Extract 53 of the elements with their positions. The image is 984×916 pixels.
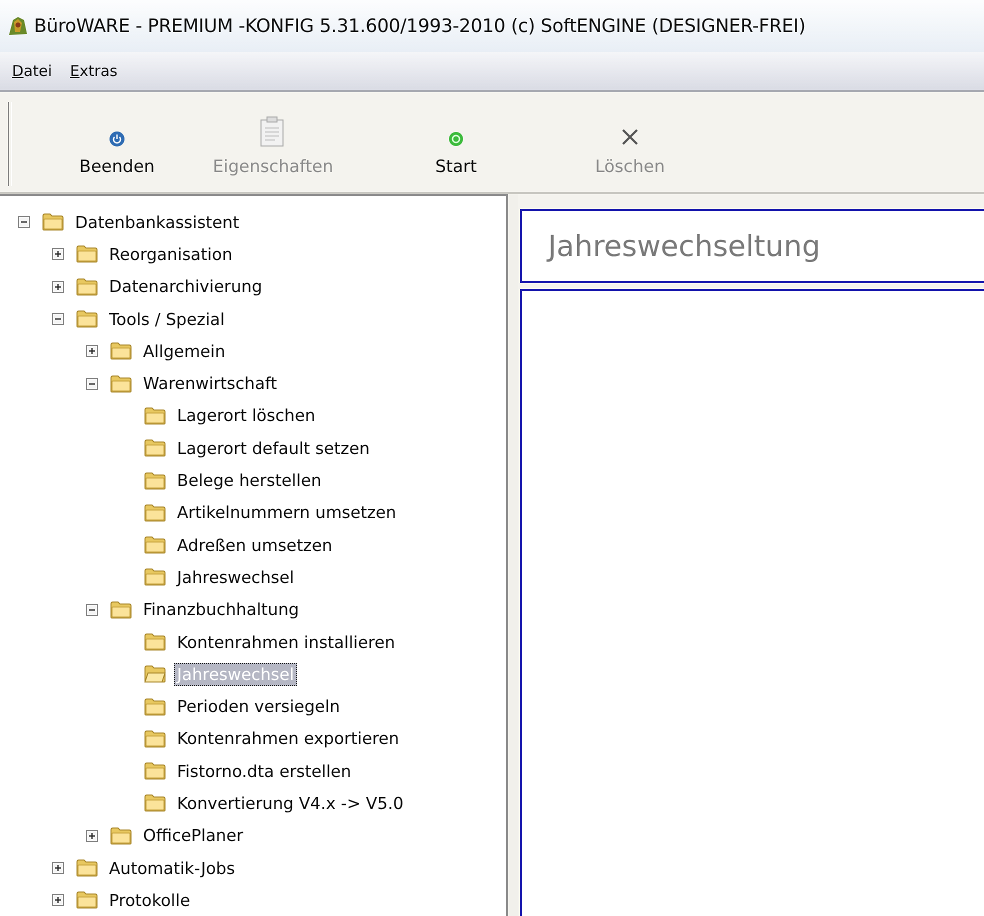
toolbar-button[interactable]: Beenden: [52, 107, 182, 177]
folder-icon: [144, 472, 166, 490]
folder-icon: [144, 504, 166, 522]
tree-item[interactable]: Automatik-Jobs: [106, 856, 238, 880]
tree-item[interactable]: Jahreswechsel: [174, 566, 298, 589]
tree-item[interactable]: Datenarchivierung: [106, 275, 266, 298]
tree-item[interactable]: Lagerort löschen: [174, 404, 318, 428]
folder-icon: [144, 568, 166, 586]
tree-item[interactable]: Fistorno.dta erstellen: [174, 760, 354, 783]
folder-icon: [144, 406, 166, 425]
folder-icon: [144, 762, 166, 780]
tree-item[interactable]: Konvertierung V4.x -> V5.0: [174, 792, 406, 815]
folder-icon: [144, 536, 166, 554]
menu-item[interactable]: Datei: [12, 62, 52, 80]
folder-icon: [144, 730, 166, 748]
folder-icon: [144, 439, 166, 458]
tree-item[interactable]: Perioden versiegeln: [174, 695, 344, 718]
tree-item[interactable]: Belege herstellen: [174, 469, 324, 492]
tree-item[interactable]: Artikelnummern umsetzen: [174, 501, 400, 524]
tree-item[interactable]: Finanzbuchhaltung: [140, 598, 302, 622]
close-icon: [620, 127, 640, 147]
folder-icon: [76, 891, 98, 910]
tree-item[interactable]: Reorganisation: [106, 242, 236, 266]
detail-title: Jahreswechseltung: [548, 229, 820, 263]
tree-item[interactable]: Protokolle: [106, 888, 194, 912]
tree-item[interactable]: Kontenrahmen installieren: [174, 630, 398, 654]
tree-item[interactable]: Datenbankassistent: [72, 210, 242, 234]
folder-icon: [110, 342, 132, 360]
folder-icon: [144, 698, 166, 716]
folder-icon: [110, 826, 132, 845]
tree-item[interactable]: Warenwirtschaft: [140, 372, 280, 396]
folder-icon: [110, 600, 132, 619]
power-icon: [109, 131, 125, 147]
toolbar-button[interactable]: Start: [396, 107, 516, 177]
folder-icon: [76, 310, 98, 328]
folder-icon: [76, 278, 98, 296]
folder-icon: [110, 374, 132, 393]
folder-icon: [144, 665, 166, 684]
folder-icon: [76, 245, 98, 264]
tree-item[interactable]: Tools / Spezial: [106, 308, 228, 331]
start-icon: [448, 131, 464, 147]
tree-item[interactable]: Kontenrahmen exportieren: [174, 727, 402, 750]
tree-item[interactable]: Allgemein: [140, 340, 228, 363]
app-icon: [6, 14, 30, 38]
folder-icon: [144, 794, 166, 812]
folder-icon: [144, 633, 166, 651]
window-title: BüroWARE - PREMIUM -KONFIG 5.31.600/1993-2010 (c) SoftENGINE (DESIGNER-FREI): [34, 16, 806, 36]
tree-item[interactable]: OfficePlaner: [140, 824, 246, 848]
folder-icon: [42, 213, 64, 232]
tree-item[interactable]: Adreßen umsetzen: [174, 534, 336, 557]
menu-item[interactable]: Extras: [70, 62, 118, 80]
folder-icon: [76, 859, 98, 878]
tree-item[interactable]: Lagerort default setzen: [174, 436, 373, 460]
